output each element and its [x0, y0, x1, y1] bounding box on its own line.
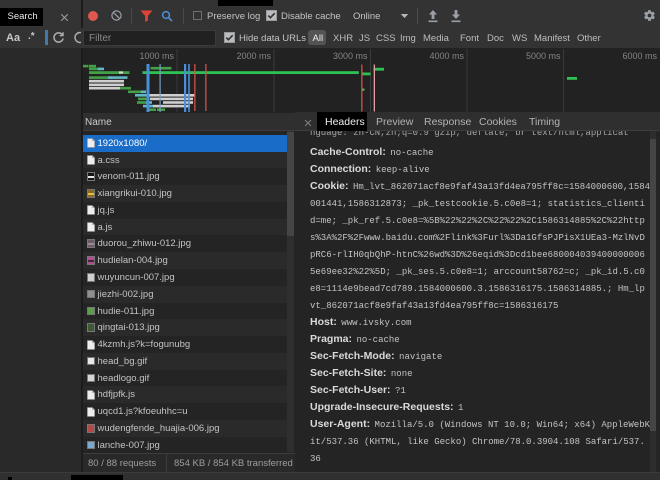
svg-text:2000 ms: 2000 ms: [236, 51, 271, 61]
svg-text:1000 ms: 1000 ms: [139, 51, 174, 61]
svg-text:4000 ms: 4000 ms: [429, 51, 464, 61]
svg-text:5000 ms: 5000 ms: [526, 51, 561, 61]
svg-text:3000 ms: 3000 ms: [333, 51, 368, 61]
svg-text:6000 ms: 6000 ms: [622, 51, 657, 61]
